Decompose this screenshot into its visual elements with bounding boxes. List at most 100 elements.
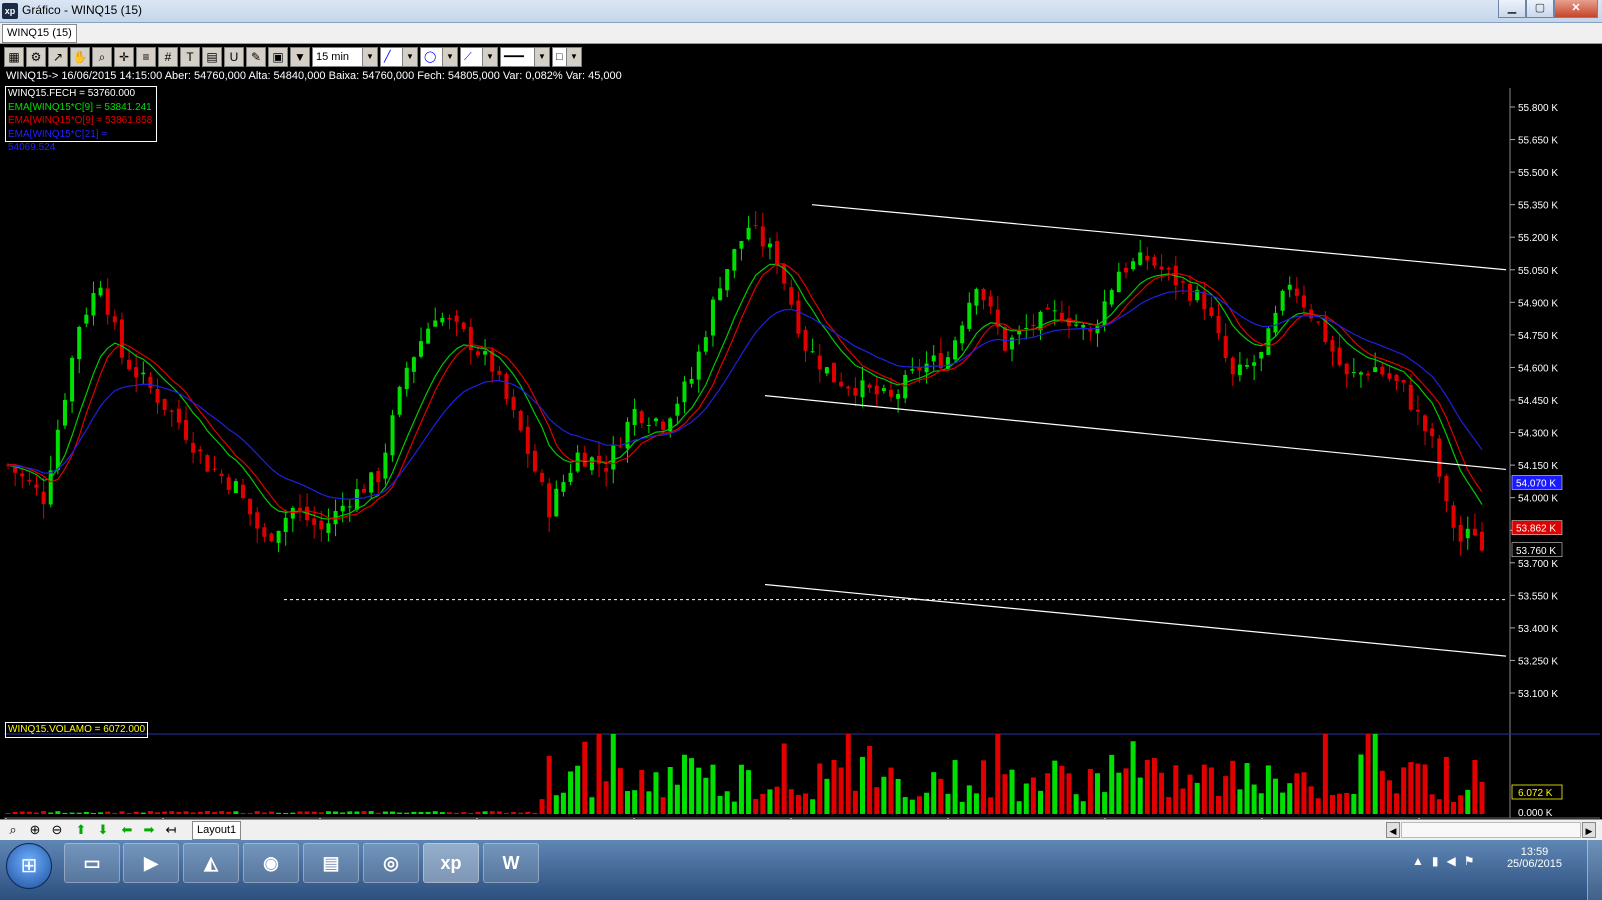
volume-bar	[924, 792, 930, 814]
go-to-end-icon[interactable]: ↤	[162, 822, 180, 838]
scroll-left-button[interactable]: ◀	[1386, 822, 1400, 838]
trendlines[interactable]	[284, 204, 1508, 657]
arrow-left-icon[interactable]: ⬅	[118, 822, 136, 838]
indicator-legend[interactable]: WINQ15.FECH = 53760.000 EMA[WINQ15*C[9] …	[5, 86, 157, 153]
price-tick-label: 53.550 K	[1518, 591, 1558, 602]
zoom-icon[interactable]: ⌕	[92, 47, 112, 67]
candle-body	[924, 363, 929, 373]
candle-body	[810, 351, 815, 353]
candle-body	[1294, 288, 1299, 296]
legend-ema-open-9: EMA[WINQ15*O[9] = 53861.858	[8, 115, 153, 126]
volume-bar	[1294, 773, 1300, 814]
zoom-in-icon[interactable]: ⊕	[26, 822, 44, 838]
settings-icon[interactable]: ⚙	[26, 47, 46, 67]
candle-body	[1230, 357, 1235, 375]
volume-bar	[1408, 762, 1414, 814]
fibo-icon[interactable]: ≡	[136, 47, 156, 67]
system-clock[interactable]: 13:59 25/06/2015	[1507, 846, 1562, 870]
candle-body	[525, 426, 530, 454]
zoom-fit-icon[interactable]: ⌕	[4, 822, 22, 838]
candle-body	[1472, 528, 1477, 536]
volume-bar	[1451, 801, 1457, 814]
candle-body	[696, 351, 701, 380]
candle-body	[255, 512, 260, 529]
text-icon[interactable]: T	[180, 47, 200, 67]
hp-taskbar-icon[interactable]: ◉	[243, 843, 299, 883]
magnet-icon[interactable]: U	[224, 47, 244, 67]
candle-body	[1081, 324, 1086, 328]
tab-layout1[interactable]: Layout1	[192, 821, 242, 840]
volume-bar	[90, 812, 96, 814]
volume-legend[interactable]: WINQ15.VOLAMO = 6072.000	[5, 722, 149, 738]
price-marker-label: 53.760 K	[1516, 546, 1556, 557]
period-select[interactable]: 15 min ▼	[312, 47, 378, 67]
line-tool-select[interactable]: ╱ ▼	[380, 47, 418, 67]
chrome-taskbar-icon[interactable]: ◎	[363, 843, 419, 883]
volume-bar	[155, 812, 161, 814]
explorer-taskbar-icon[interactable]: ▭	[64, 843, 120, 883]
volume-bar	[1344, 792, 1350, 814]
network-taskbar-icon[interactable]: ◭	[183, 843, 239, 883]
candle-body	[1123, 267, 1128, 273]
tray-icons[interactable]: ▲▮◀⚑	[1412, 854, 1482, 868]
volume-bar	[62, 812, 68, 814]
horizontal-scrollbar[interactable]	[1401, 822, 1581, 838]
crosshair-icon[interactable]: ✛	[114, 47, 134, 67]
candle-body	[796, 300, 801, 334]
volume-bar	[589, 797, 595, 814]
brush-icon[interactable]: ✎	[246, 47, 266, 67]
candle-body	[1166, 267, 1171, 270]
candle-body	[1031, 324, 1036, 327]
shape-tool-select[interactable]: ◯ ▼	[420, 47, 458, 67]
volume-bar	[76, 812, 82, 814]
candle-body	[1287, 284, 1292, 290]
candlestick-chart[interactable]: 55.800 K 55.650 K 55.500 K 55.350 K 55.200 K…	[0, 0, 1602, 840]
zoom-out-icon[interactable]: ⊖	[48, 822, 66, 838]
volume-bar	[895, 778, 901, 814]
arrow-right-icon[interactable]: ➡	[140, 822, 158, 838]
arrow-down-icon[interactable]: ⬇	[94, 822, 112, 838]
volume-bar	[1351, 793, 1357, 814]
price-axis: 55.800 K 55.650 K 55.500 K 55.350 K 55.200 K…	[1510, 103, 1563, 700]
volume-bar	[632, 790, 638, 814]
candle-body	[547, 483, 552, 518]
show-desktop-button[interactable]	[1587, 840, 1602, 900]
volume-bar	[852, 790, 858, 814]
candle-body	[312, 518, 317, 525]
volume-bar	[696, 767, 702, 814]
line-style-select[interactable]: ━━━ ▼	[500, 47, 550, 67]
color-select[interactable]: □ ▼	[552, 47, 582, 67]
volume-bar	[1301, 772, 1307, 814]
candle-body	[162, 398, 167, 410]
candle-body	[1138, 252, 1143, 265]
scroll-right-button[interactable]: ▶	[1582, 822, 1596, 838]
trend-icon[interactable]: ↗	[48, 47, 68, 67]
word-taskbar-icon[interactable]: W	[483, 843, 539, 883]
middle-channel-line	[764, 395, 1507, 471]
candle-body	[219, 473, 224, 477]
volume-bar	[1080, 801, 1086, 814]
chart-type-icon[interactable]: ▦	[4, 47, 24, 67]
volume-bar	[105, 811, 111, 814]
volume-bar	[1166, 797, 1172, 814]
volume-bar	[931, 772, 937, 814]
media-player-taskbar-icon[interactable]: ▶	[123, 843, 179, 883]
volume-bar	[938, 778, 944, 814]
clipboard-icon[interactable]: ▣	[268, 47, 288, 67]
calculator-icon[interactable]: ▤	[202, 47, 222, 67]
xp-taskbar-icon[interactable]: xp	[423, 843, 479, 883]
grid-icon[interactable]: #	[158, 47, 178, 67]
presentation-taskbar-icon[interactable]: ▤	[303, 843, 359, 883]
arrow-up-icon[interactable]: ⬆	[72, 822, 90, 838]
candle-body	[1301, 295, 1306, 308]
hand-icon[interactable]: ✋	[70, 47, 90, 67]
legend-ema-close-9: EMA[WINQ15*C[9] = 53841.241	[8, 101, 152, 113]
candle-body	[112, 316, 117, 323]
volume-bar	[1102, 792, 1108, 814]
volume-bar	[404, 812, 410, 814]
filter-icon[interactable]: ▼	[290, 47, 310, 67]
fan-tool-select[interactable]: ⟋ ▼	[460, 47, 498, 67]
volume-bar	[1059, 765, 1065, 814]
start-button[interactable]: ⊞	[6, 843, 52, 889]
candle-body	[1401, 380, 1406, 383]
